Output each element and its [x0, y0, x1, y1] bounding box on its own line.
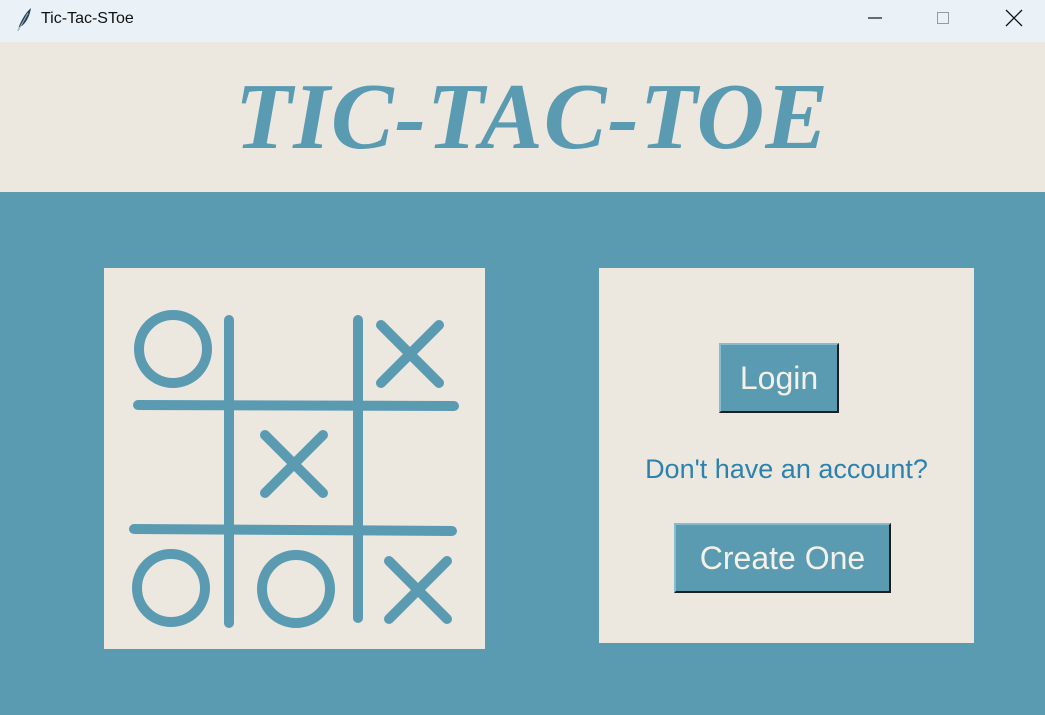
o-mark [134, 310, 212, 388]
game-title: TIC-TAC-TOE [234, 65, 830, 169]
account-prompt: Don't have an account? [645, 454, 928, 484]
minimize-button[interactable] [852, 0, 898, 40]
x-mark [384, 556, 452, 624]
board-image [104, 268, 485, 649]
x-mark [376, 320, 444, 388]
window-title: Tic-Tac-SToe [41, 10, 134, 27]
x-mark [260, 430, 328, 498]
o-mark [257, 550, 335, 628]
close-icon [1005, 9, 1023, 32]
maximize-button[interactable] [920, 0, 966, 40]
close-button[interactable] [991, 0, 1037, 40]
tic-tac-toe-board-illustration [129, 310, 459, 628]
header-banner: TIC-TAC-TOE [0, 42, 1045, 192]
minimize-icon [867, 10, 883, 31]
login-panel: Login Don't have an account? Create One [599, 268, 974, 643]
app-window: Tic-Tac-SToe TIC-TAC-TOE Login Don't hav… [0, 0, 1045, 715]
login-button[interactable]: Login [719, 343, 839, 413]
create-account-button[interactable]: Create One [674, 523, 891, 593]
grid-line [129, 524, 457, 536]
maximize-icon [935, 10, 951, 31]
grid-line [133, 400, 459, 411]
title-bar[interactable]: Tic-Tac-SToe [0, 0, 1045, 42]
o-mark [132, 549, 210, 627]
feather-icon [14, 7, 34, 33]
